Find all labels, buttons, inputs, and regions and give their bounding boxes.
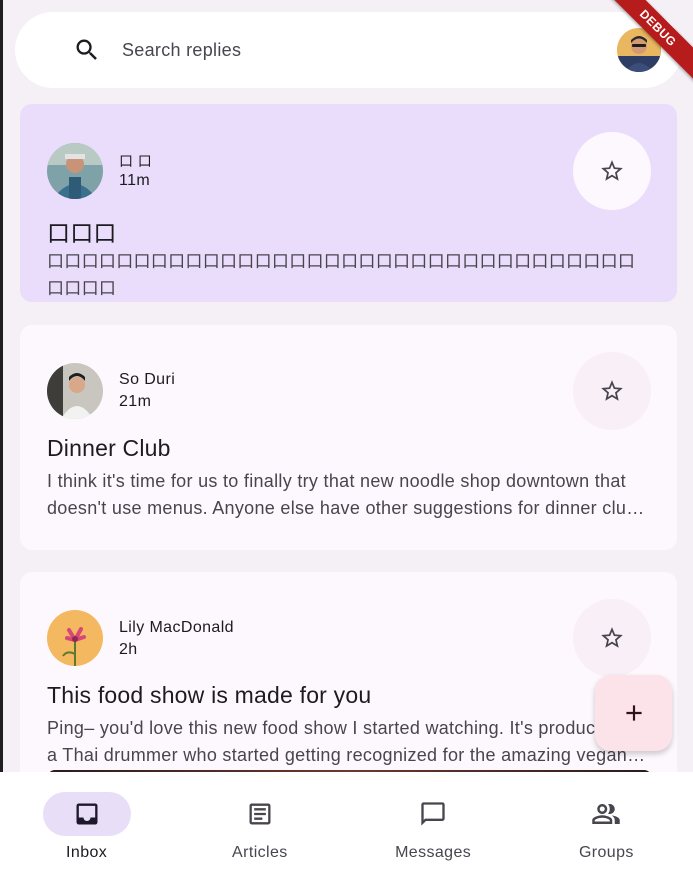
email-preview: 口口口口口口口口口口口口口口口口口口口口口口口口口口口口口口口口口口口口口口 xyxy=(47,252,636,298)
email-subject: 口口口 xyxy=(47,220,117,246)
nav-label: Inbox xyxy=(66,844,108,861)
star-button[interactable] xyxy=(573,599,651,677)
star-button[interactable] xyxy=(573,352,651,430)
search-icon xyxy=(76,39,97,60)
sender-avatar xyxy=(47,610,103,666)
sender-name: So Duri xyxy=(119,371,176,388)
star-button[interactable] xyxy=(573,132,651,210)
inbox-icon xyxy=(76,803,98,825)
nav-icon-container xyxy=(216,792,304,836)
email-card[interactable]: 口 口 11m 口口口 口口口口口口口口口口口口口口口口口口口口口口口口口口口口… xyxy=(20,104,677,302)
email-card[interactable]: So Duri 21m Dinner Club I think it's tim… xyxy=(20,325,677,550)
email-preview: Ping– you'd love this new food show I st… xyxy=(47,718,641,765)
email-time: 2h xyxy=(119,641,138,658)
nav-indicator xyxy=(42,792,131,836)
window-left-edge xyxy=(0,0,3,880)
email-preview: I think it's time for us to finally try … xyxy=(47,471,637,518)
sender-name: 口 口 xyxy=(119,153,153,169)
search-input[interactable]: Search replies xyxy=(122,40,241,61)
chat-bubble-icon xyxy=(421,802,445,826)
email-subject: Dinner Club xyxy=(47,435,171,461)
nav-item-messages[interactable]: Messages xyxy=(347,772,520,880)
nav-item-inbox[interactable]: Inbox xyxy=(0,772,173,880)
group-icon xyxy=(592,804,621,824)
search-bar[interactable]: Search replies xyxy=(15,12,682,88)
nav-label: Articles xyxy=(232,844,288,861)
email-time: 11m xyxy=(119,172,151,189)
star-outline-icon xyxy=(601,627,623,648)
nav-icon-container xyxy=(562,792,650,836)
nav-label: Messages xyxy=(395,844,472,861)
nav-icon-container xyxy=(389,792,477,836)
article-icon xyxy=(249,803,271,825)
email-card[interactable]: Lily MacDonald 2h This food show is made… xyxy=(20,572,677,782)
star-outline-icon xyxy=(601,380,623,401)
compose-fab[interactable] xyxy=(595,675,672,751)
sender-avatar xyxy=(47,143,103,199)
star-outline-icon xyxy=(601,160,623,181)
nav-label: Groups xyxy=(578,844,634,861)
sender-avatar xyxy=(47,363,103,419)
add-icon xyxy=(625,705,642,721)
nav-item-groups[interactable]: Groups xyxy=(520,772,693,880)
email-subject: This food show is made for you xyxy=(47,682,372,708)
nav-item-articles[interactable]: Articles xyxy=(173,772,346,880)
sender-name: Lily MacDonald xyxy=(119,619,234,636)
email-time: 21m xyxy=(119,393,152,410)
bottom-navigation-bar: Inbox Articles Messages Groups xyxy=(0,772,693,880)
